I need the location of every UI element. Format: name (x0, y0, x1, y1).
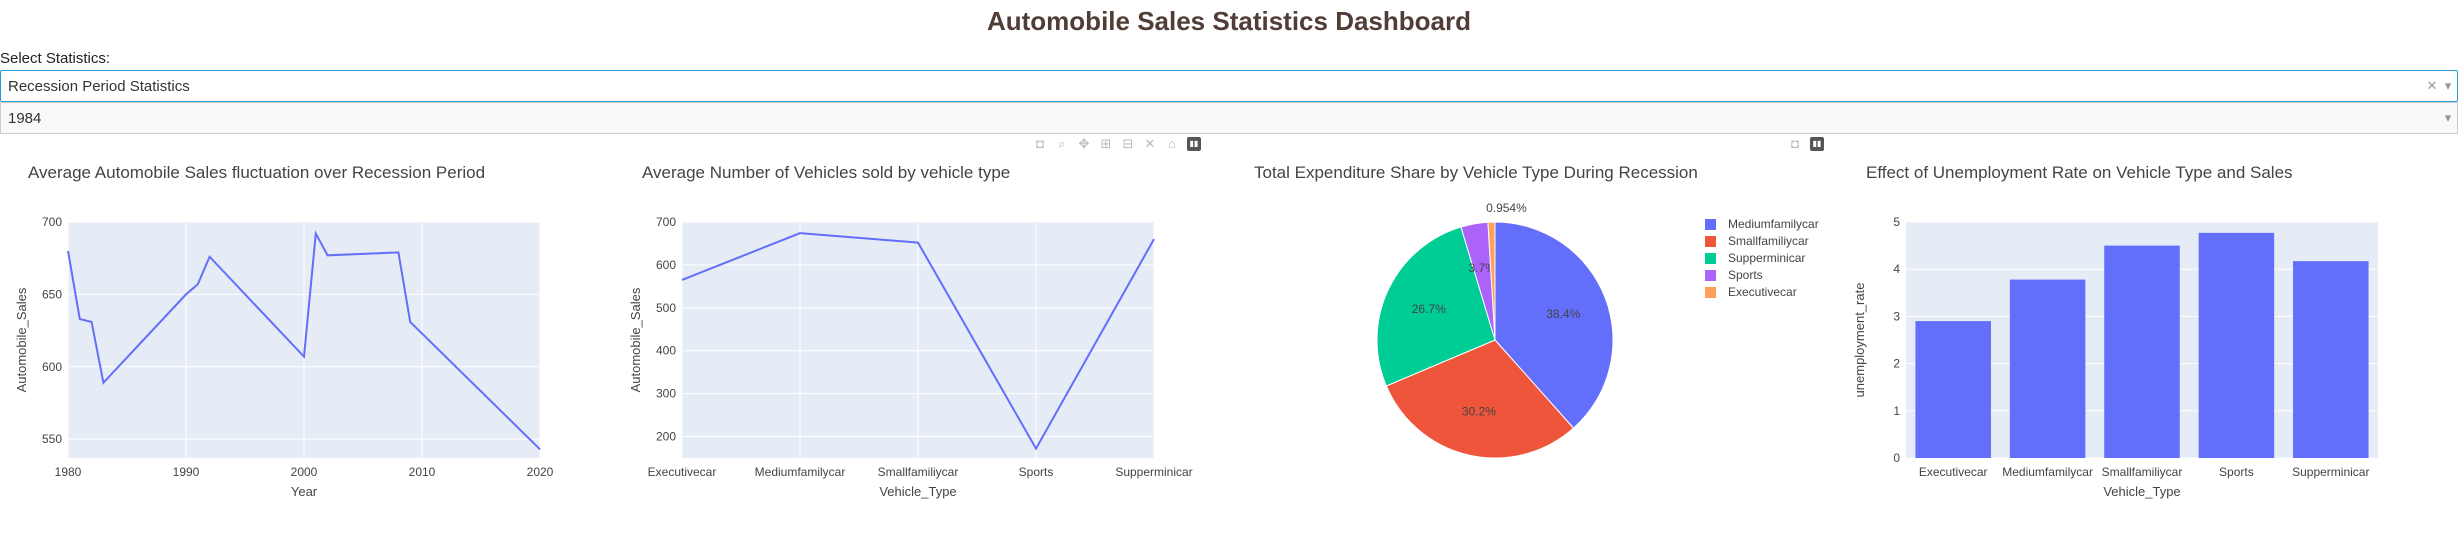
statistics-dropdown-value: Recession Period Statistics (8, 77, 190, 95)
zoom-out-icon[interactable]: ⊟ (1121, 137, 1135, 151)
chevron-down-icon[interactable]: ▾ (2441, 110, 2455, 126)
y-tick-label: 650 (42, 287, 62, 301)
close-icon[interactable]: ✕ (2425, 78, 2439, 94)
sales-fluctuation-chart[interactable]: Average Automobile Sales fluctuation ove… (0, 150, 580, 510)
x-tick-label: 1980 (55, 465, 82, 479)
x-tick-label: Executivecar (1919, 465, 1988, 479)
legend-label: Executivecar (1728, 285, 1797, 299)
expenditure-share-pie-chart[interactable]: Total Expenditure Share by Vehicle Type … (1226, 150, 1826, 510)
chart-title: Effect of Unemployment Rate on Vehicle T… (1866, 163, 2293, 182)
legend-swatch (1705, 253, 1716, 264)
x-tick-label: Smallfamiliycar (878, 465, 959, 479)
x-tick-label: Supperminicar (1115, 465, 1192, 479)
y-tick-label: 3 (1893, 309, 1900, 323)
chart-title: Average Number of Vehicles sold by vehic… (642, 163, 1010, 182)
year-dropdown[interactable]: 1984 ▾ (0, 102, 2458, 134)
y-tick-label: 200 (656, 430, 676, 444)
legend-swatch (1705, 236, 1716, 247)
autoscale-icon[interactable]: ✕ (1143, 137, 1157, 151)
x-tick-label: Sports (2219, 465, 2254, 479)
chevron-down-icon[interactable]: ▾ (2441, 78, 2455, 94)
plotly-logo-icon[interactable]: ▮▮ (1187, 137, 1201, 151)
x-tick-label: Executivecar (648, 465, 717, 479)
y-tick-label: 600 (656, 258, 676, 272)
legend-swatch (1705, 287, 1716, 298)
x-axis-label: Vehicle_Type (2103, 484, 2180, 499)
camera-icon[interactable]: ◘ (1033, 137, 1047, 151)
y-tick-label: 2 (1893, 357, 1900, 371)
legend-swatch (1705, 219, 1716, 230)
y-tick-label: 1 (1893, 404, 1900, 418)
pie-slice-label: 38.4% (1546, 307, 1580, 321)
bar (2293, 261, 2369, 458)
chart-title: Average Automobile Sales fluctuation ove… (28, 163, 485, 182)
x-tick-label: Mediumfamilycar (2002, 465, 2093, 479)
y-tick-label: 400 (656, 344, 676, 358)
x-tick-label: Supperminicar (2292, 465, 2369, 479)
year-dropdown-value: 1984 (8, 109, 42, 127)
page-title: Automobile Sales Statistics Dashboard (986, 6, 1471, 36)
statistics-dropdown[interactable]: Recession Period Statistics ✕ ▾ (0, 70, 2458, 102)
y-tick-label: 600 (42, 360, 62, 374)
x-tick-label: 2020 (527, 465, 554, 479)
y-tick-label: 4 (1893, 262, 1900, 276)
pie-slice-label: 30.2% (1462, 404, 1496, 418)
x-tick-label: 1990 (173, 465, 200, 479)
bar (2198, 232, 2275, 458)
bar (2009, 279, 2086, 458)
x-tick-label: Smallfamiliycar (2102, 465, 2183, 479)
reset-axes-icon[interactable]: ⌂ (1165, 137, 1179, 151)
x-tick-label: Mediumfamilycar (755, 465, 846, 479)
y-tick-label: 700 (656, 215, 676, 229)
y-tick-label: 300 (656, 387, 676, 401)
y-tick-label: 0 (1893, 451, 1900, 465)
y-tick-label: 550 (42, 432, 62, 446)
zoom-icon[interactable]: ⌕ (1055, 137, 1069, 151)
legend-label: Sports (1728, 268, 1763, 282)
y-tick-label: 5 (1893, 215, 1900, 229)
plotly-logo-icon[interactable]: ▮▮ (1810, 137, 1824, 151)
zoom-in-icon[interactable]: ⊞ (1099, 137, 1113, 151)
x-tick-label: 2000 (291, 465, 318, 479)
legend-label: Mediumfamilycar (1728, 217, 1819, 231)
y-axis-label: Automobile_Sales (628, 287, 643, 392)
bar (2104, 245, 2180, 458)
camera-icon[interactable]: ◘ (1788, 137, 1802, 151)
y-tick-label: 500 (656, 301, 676, 315)
vehicle-type-sales-chart[interactable]: Average Number of Vehicles sold by vehic… (614, 150, 1214, 510)
unemployment-bar-chart[interactable]: Effect of Unemployment Rate on Vehicle T… (1838, 150, 2438, 510)
legend-label: Smallfamiliycar (1728, 234, 1809, 248)
pie-slice-label: 26.7% (1412, 302, 1446, 316)
pie-slice-label: 0.954% (1486, 201, 1527, 215)
select-statistics-label: Select Statistics: (0, 50, 111, 67)
legend-label: Supperminicar (1728, 251, 1805, 265)
pan-icon[interactable]: ✥ (1077, 137, 1091, 151)
chart-title: Total Expenditure Share by Vehicle Type … (1254, 163, 1698, 182)
y-tick-label: 700 (42, 215, 62, 229)
x-axis-label: Year (291, 484, 318, 499)
bar (1915, 321, 1991, 458)
x-axis-label: Vehicle_Type (879, 484, 956, 499)
x-tick-label: Sports (1019, 465, 1054, 479)
x-tick-label: 2010 (409, 465, 436, 479)
y-axis-label: unemployment_rate (1852, 283, 1867, 398)
legend-swatch (1705, 270, 1716, 281)
y-axis-label: Automobile_Sales (14, 287, 29, 392)
